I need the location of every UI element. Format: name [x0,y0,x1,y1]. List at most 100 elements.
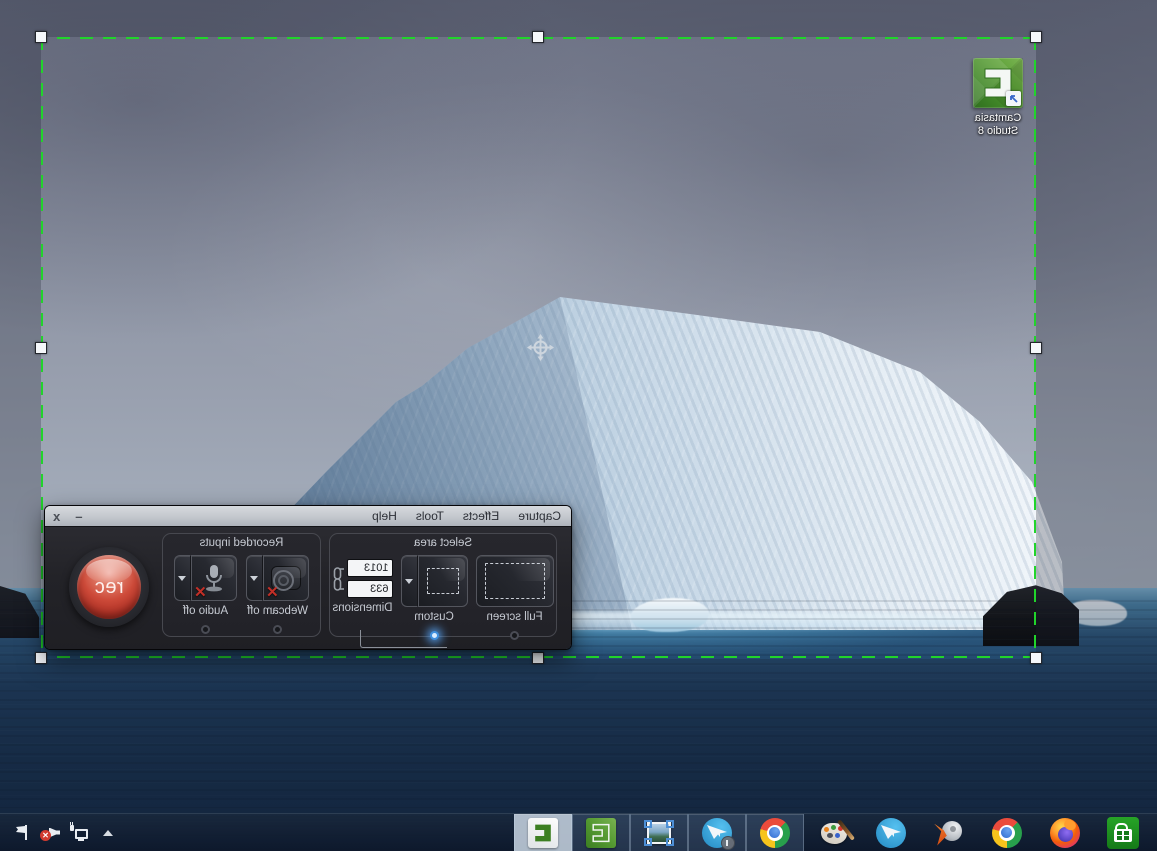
chrome-icon [760,818,790,848]
dimensions-label: Dimensions [332,602,392,614]
crop-corner [666,838,674,846]
resize-handle-bottom-center[interactable] [533,652,545,664]
volume-muted-icon: ✕ [40,825,60,841]
full-screen-label: Full screen [486,611,542,623]
webcam-indicator-dot [273,625,282,634]
height-input[interactable] [347,580,393,598]
crop-corner [644,820,652,828]
taskbar-telegram-1[interactable] [688,814,746,851]
audio-toggle-button[interactable]: ✕ [191,555,237,601]
paper-plane-glyph [881,825,901,841]
store-bag-glyph [1114,829,1132,842]
chevron-up-icon [103,830,113,836]
sphere-crater [950,826,956,832]
monitor-stand [78,839,84,841]
camtasia-recorder-window: Capture Effects Tools Help – x Select ar… [44,505,572,650]
resize-handle-top-left[interactable] [1030,31,1042,43]
record-button[interactable]: rec [69,547,149,627]
taskbar-palette[interactable] [804,814,862,851]
select-area-panel: Select area Full screen [329,533,557,637]
custom-area-icon [427,568,459,594]
recorded-inputs-title: Recorded inputs [163,537,320,549]
custom-area-button[interactable] [418,555,468,607]
minimize-button[interactable]: – [75,510,82,523]
audio-label: Audio off [183,605,228,617]
move-crosshair-icon[interactable] [527,334,554,361]
telegram-icon [702,818,732,848]
taskbar-windows-store[interactable] [1094,814,1152,851]
full-screen-button[interactable] [476,555,554,607]
audio-off-x-icon: ✕ [194,586,207,600]
window-controls: – x [53,510,82,523]
resize-handle-mid-left[interactable] [1030,342,1042,354]
capture-dim-left [1036,37,1157,659]
camtasia-c-glyph [592,823,610,843]
capture-dim-top [0,0,1157,37]
crop-corner [666,820,674,828]
volume-tray-item[interactable]: ✕ [39,822,61,844]
paint-dot-green [831,825,836,830]
taskbar-telegram-2[interactable] [862,814,920,851]
width-input[interactable] [347,559,393,577]
menu-effects[interactable]: Effects [463,509,499,523]
screenshot-root: Camtasia Studio 8 Capture Effects Tools … [0,0,1157,851]
menu-capture[interactable]: Capture [518,509,561,523]
close-button[interactable]: x [53,510,60,523]
recorder-titlebar[interactable]: Capture Effects Tools Help – x [45,506,571,527]
full-screen-icon [485,563,545,599]
resize-handle-bottom-right[interactable] [35,652,47,664]
webcam-dropdown-button[interactable] [246,555,263,601]
webcam-toggle-button[interactable]: ✕ [263,555,309,601]
menu-help[interactable]: Help [372,509,397,523]
system-tray: ✕ [0,814,119,851]
taskbar-sphere-app[interactable] [920,814,978,851]
network-icon [70,825,88,841]
windows-store-icon [1107,817,1139,849]
resize-handle-mid-right[interactable] [35,342,47,354]
taskbar-photo-viewer[interactable] [630,814,688,851]
taskbar-camtasia-green[interactable] [572,814,630,851]
select-area-title: Select area [330,537,556,549]
taskbar-firefox[interactable] [1036,814,1094,851]
chevron-down-icon [179,576,187,581]
taskbar-chrome-1[interactable] [746,814,804,851]
mirrored-desktop: Camtasia Studio 8 Capture Effects Tools … [0,0,1157,851]
crop-corner [644,838,652,846]
action-center-flag-icon [14,825,28,840]
firefox-icon [1050,818,1080,848]
recorder-body: Select area Full screen [45,527,571,650]
paint-dot-orange [824,827,829,832]
chevron-down-icon [251,576,259,581]
audio-dropdown-button[interactable] [174,555,191,601]
dimensions-connector-line [360,630,447,648]
sphere-app-icon [934,818,964,848]
camtasia-c-glyph [534,823,552,843]
action-center-tray-item[interactable] [10,822,32,844]
menu-tools[interactable]: Tools [416,509,444,523]
paint-dot-blue [835,833,840,838]
palette-icon [817,819,849,847]
taskbar-chrome-2[interactable] [978,814,1036,851]
camtasia-green-icon [586,818,616,848]
monitor-glyph [75,829,88,839]
hidden-icons-chevron[interactable] [97,822,119,844]
plug-glyph [70,825,74,831]
record-button-face: rec [77,555,141,619]
resize-handle-bottom-left[interactable] [1030,652,1042,664]
network-tray-item[interactable] [68,822,90,844]
camtasia-white-icon [528,818,558,848]
chrome-icon [992,818,1022,848]
recorded-inputs-panel: Recorded inputs ✕ Webcam off [162,533,321,637]
telegram-status-badge [721,836,735,850]
resize-handle-top-right[interactable] [35,31,47,43]
resize-handle-top-center[interactable] [533,31,545,43]
webcam-label: Webcam off [247,605,308,617]
custom-dropdown-button[interactable] [401,555,418,607]
taskbar: ✕ [0,813,1157,851]
audio-indicator-dot [201,625,210,634]
link-dimensions-icon[interactable] [333,563,344,595]
photo-viewer-icon [644,820,674,846]
full-screen-indicator-dot [510,631,519,640]
taskbar-camtasia-recorder[interactable] [514,814,572,851]
palette-thumb-hole [827,833,833,838]
